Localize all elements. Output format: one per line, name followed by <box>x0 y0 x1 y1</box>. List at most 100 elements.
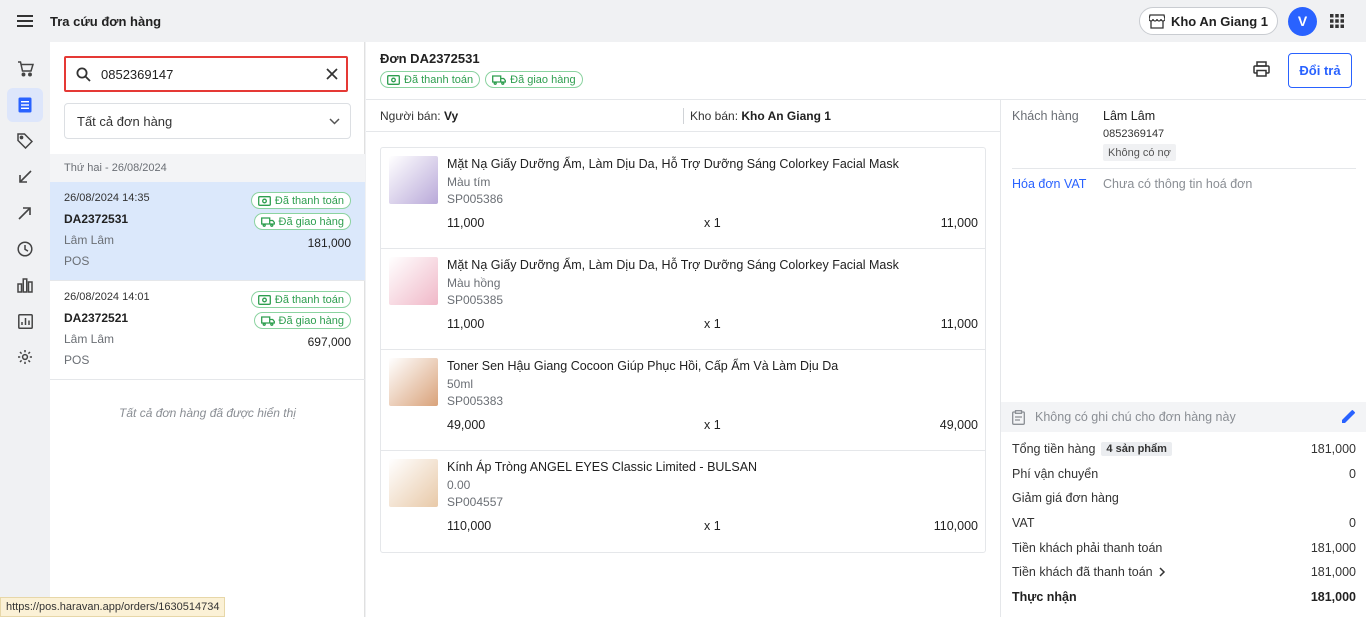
order-filter-select[interactable]: Tất cả đơn hàng <box>64 103 351 139</box>
order-filter-value: Tất cả đơn hàng <box>77 113 173 129</box>
product-quantity: x 1 <box>704 216 721 230</box>
clipboard-icon <box>1012 409 1025 425</box>
shipping-value: 0 <box>1349 467 1356 481</box>
product-variant: 0.00 <box>447 478 471 492</box>
product-sku: SP005385 <box>447 293 504 307</box>
order-note-text: Không có ghi chú cho đơn hàng này <box>1035 410 1236 424</box>
cart-icon <box>17 61 34 77</box>
store-selector-button[interactable]: Kho An Giang 1 <box>1138 7 1278 35</box>
order-source: POS <box>64 254 90 268</box>
payment-status-badge: Đã thanh toán <box>250 192 351 209</box>
nav-import[interactable] <box>7 160 43 194</box>
order-list-item[interactable]: 26/08/2024 14:01 DA2372521 Lâm Lâm POS 6… <box>50 281 365 380</box>
hamburger-icon <box>17 15 33 27</box>
nav-cart[interactable] <box>7 52 43 86</box>
apps-grid-icon <box>1330 14 1344 28</box>
subtotal-value: 181,000 <box>1310 442 1356 456</box>
summary-discount: Giảm giá đơn hàng <box>1012 491 1119 505</box>
cash-icon <box>257 294 271 305</box>
delivery-status-badge: Đã giao hàng <box>253 213 351 230</box>
edit-note-button[interactable] <box>1342 409 1356 426</box>
truck-icon <box>260 315 275 326</box>
product-sku: SP005383 <box>447 394 504 408</box>
order-customer: Lâm Lâm <box>64 332 115 346</box>
order-note: Không có ghi chú cho đơn hàng này <box>1001 402 1366 432</box>
nav-orders[interactable] <box>7 88 43 122</box>
order-total: 181,000 <box>307 236 351 250</box>
net-value: 181,000 <box>1310 590 1356 604</box>
nav-history[interactable] <box>7 232 43 266</box>
product-thumbnail <box>389 358 438 406</box>
order-datetime: 26/08/2024 14:01 <box>64 291 150 303</box>
order-items-list: Mặt Nạ Giấy Dưỡng Ẩm, Làm Dịu Da, Hỗ Trợ… <box>380 147 986 553</box>
day-group-header: Thứ hai - 26/08/2024 <box>50 154 365 182</box>
apps-button[interactable] <box>1328 12 1346 30</box>
customer-label: Khách hàng <box>1012 109 1079 123</box>
cash-icon <box>257 195 271 206</box>
delivery-status-badge: Đã giao hàng <box>485 71 583 88</box>
product-price: 11,000 <box>447 317 485 331</box>
order-detail-header: Đơn DA2372531 Đã thanh toán Đã giao hàng… <box>366 42 1366 100</box>
product-quantity: x 1 <box>704 519 721 533</box>
store-name: Kho An Giang 1 <box>1170 13 1268 29</box>
nav-reports[interactable] <box>7 304 43 338</box>
report-icon <box>17 313 33 329</box>
nav-export[interactable] <box>7 196 43 230</box>
product-quantity: x 1 <box>704 317 721 331</box>
product-sku: SP005386 <box>447 192 504 206</box>
divider <box>1012 168 1356 169</box>
product-thumbnail <box>389 257 438 305</box>
orders-icon <box>18 97 32 113</box>
order-item: Mặt Nạ Giấy Dưỡng Ẩm, Làm Dịu Da, Hỗ Trợ… <box>381 148 985 249</box>
settings-icon <box>18 350 32 364</box>
product-variant: 50ml <box>447 377 474 391</box>
summary-amount-due: Tiền khách phải thanh toán 181,000 <box>1012 541 1356 555</box>
export-icon <box>18 207 31 220</box>
nav-analytics[interactable] <box>7 268 43 302</box>
debt-badge: Không có nợ <box>1103 144 1176 161</box>
return-button[interactable]: Đổi trả <box>1288 53 1352 88</box>
vat-invoice-value: Chưa có thông tin hoá đơn <box>1103 177 1253 191</box>
summary-amount-paid[interactable]: Tiền khách đã thanh toán 181,000 <box>1012 562 1356 582</box>
product-price: 110,000 <box>447 519 492 533</box>
order-item: Toner Sen Hậu Giang Cocoon Giúp Phục Hồi… <box>381 350 985 451</box>
history-icon <box>17 241 33 257</box>
order-datetime: 26/08/2024 14:35 <box>64 192 150 204</box>
vat-invoice-link[interactable]: Hóa đơn VAT <box>1012 177 1086 191</box>
printer-icon <box>1253 61 1270 77</box>
status-bar-url: https://pos.haravan.app/orders/163051473… <box>0 597 226 617</box>
order-total: 697,000 <box>307 335 351 349</box>
nav-settings[interactable] <box>7 340 43 374</box>
order-item: Mặt Nạ Giấy Dưỡng Ẩm, Làm Dịu Da, Hỗ Trợ… <box>381 249 985 350</box>
order-list-item[interactable]: 26/08/2024 14:35 DA2372531 Lâm Lâm POS 1… <box>50 182 365 281</box>
clear-search-icon[interactable] <box>326 68 338 80</box>
product-variant: Màu hồng <box>447 276 501 290</box>
order-title: Đơn DA2372531 <box>380 51 480 66</box>
order-code: DA2372531 <box>64 212 129 226</box>
order-side-panel: Khách hàng Lâm Lâm 0852369147 Không có n… <box>1000 100 1366 617</box>
search-input[interactable] <box>101 66 326 82</box>
truck-icon <box>260 216 275 227</box>
side-navigation <box>0 42 50 617</box>
avatar[interactable]: V <box>1288 6 1317 36</box>
page-title: Tra cứu đơn hàng <box>50 13 162 29</box>
order-list-panel: Tất cả đơn hàng Thứ hai - 26/08/2024 26/… <box>50 42 365 617</box>
summary-net: Thực nhận 181,000 <box>1012 590 1356 604</box>
tag-icon <box>17 133 33 149</box>
product-thumbnail <box>389 156 438 204</box>
menu-button[interactable] <box>0 0 50 42</box>
product-thumbnail <box>389 459 438 507</box>
print-button[interactable] <box>1253 61 1273 81</box>
product-line-total: 11,000 <box>940 216 978 230</box>
customer-name[interactable]: Lâm Lâm <box>1103 109 1155 123</box>
product-quantity: x 1 <box>704 418 721 432</box>
list-end-message: Tất cả đơn hàng đã được hiển thị <box>119 406 296 420</box>
seller-name: Vy <box>443 109 459 123</box>
product-name: Toner Sen Hậu Giang Cocoon Giúp Phục Hồi… <box>447 359 839 373</box>
summary-vat: VAT 0 <box>1012 516 1356 530</box>
product-variant: Màu tím <box>447 175 491 189</box>
divider <box>683 108 684 124</box>
nav-products[interactable] <box>7 124 43 158</box>
product-line-total: 49,000 <box>939 418 978 432</box>
import-icon <box>19 170 32 183</box>
